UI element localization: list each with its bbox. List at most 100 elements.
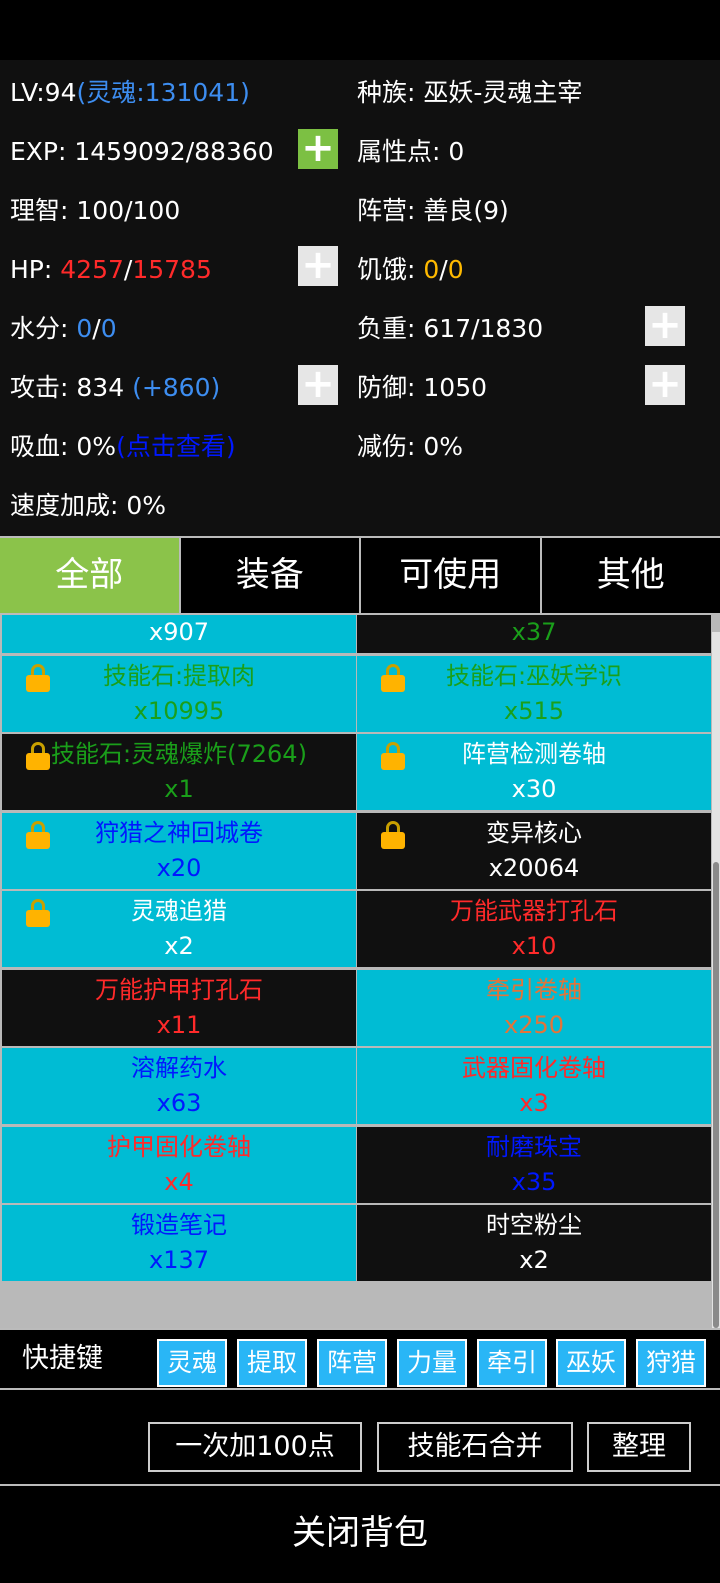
load-value: 617/1830 xyxy=(423,314,544,343)
shortcut-strength-button[interactable]: 力量 xyxy=(397,1339,467,1387)
item-count: x3 xyxy=(519,1089,549,1117)
item-name: 狩猎之神回城卷 xyxy=(95,818,263,847)
inventory-item[interactable]: 技能石:提取肉 x10995 xyxy=(2,655,356,732)
race-label: 种族: xyxy=(357,78,416,107)
speed-bonus-value: 0% xyxy=(126,491,167,520)
water-max: 0 xyxy=(100,314,117,343)
inventory-item[interactable]: 万能武器打孔石 x10 xyxy=(357,891,711,967)
shortcut-extract-button[interactable]: 提取 xyxy=(237,1339,307,1387)
item-name: 溶解药水 xyxy=(131,1054,227,1082)
inventory-scrollbar[interactable] xyxy=(712,632,720,1328)
attribute-points-label: 属性点: xyxy=(357,137,441,166)
level-label: LV: xyxy=(10,78,45,107)
hunger-current: 0 xyxy=(423,255,440,284)
level-value: 94 xyxy=(44,78,77,107)
inventory-item[interactable]: 万能护甲打孔石 x11 xyxy=(2,969,356,1046)
attribute-points-stat: 属性点: 0 xyxy=(357,122,464,181)
load-plus-button[interactable]: + xyxy=(645,305,685,346)
item-count: x2 xyxy=(164,932,194,960)
hp-stat: HP: 4257/15785 xyxy=(10,240,212,299)
item-count: x30 xyxy=(511,775,557,803)
close-backpack-button[interactable]: 关闭背包 xyxy=(0,1486,720,1583)
item-count: x250 xyxy=(503,1010,564,1039)
item-name: 牵引卷轴 xyxy=(486,975,582,1004)
shortcut-traction-button[interactable]: 牵引 xyxy=(477,1339,547,1387)
item-count: x907 xyxy=(148,618,209,646)
lifesteal-view-link[interactable]: (点击查看) xyxy=(116,432,236,461)
item-count: x515 xyxy=(503,696,564,725)
shortcut-lich-button[interactable]: 巫妖 xyxy=(556,1339,626,1387)
tab-equipment[interactable]: 装备 xyxy=(181,538,361,613)
damage-reduction-label: 减伤: xyxy=(357,432,416,461)
exp-label: EXP: xyxy=(10,137,67,166)
water-separator: / xyxy=(92,314,101,343)
inventory-item[interactable]: 阵营检测卷轴 x30 xyxy=(357,734,711,810)
load-label: 负重: xyxy=(357,314,416,343)
water-stat: 水分: 0/0 xyxy=(10,299,117,358)
level-stat: LV:94(灵魂:131041) xyxy=(10,63,250,122)
inventory-item[interactable]: 变异核心 x20064 xyxy=(357,812,711,889)
item-count: x35 xyxy=(511,1167,557,1196)
inventory-item[interactable]: 溶解药水 x63 xyxy=(2,1048,356,1124)
shortcut-bar: 快捷键 灵魂 提取 阵营 力量 牵引 巫妖 狩猎 xyxy=(0,1328,720,1388)
inventory-item[interactable]: 灵魂碎片x907 xyxy=(2,615,356,653)
item-count: x11 xyxy=(156,1010,202,1039)
item-name: 变异核心 xyxy=(486,818,582,847)
sort-button[interactable]: 整理 xyxy=(587,1422,691,1472)
inventory-item[interactable]: 护甲固化卷轴 x4 xyxy=(2,1126,356,1203)
speed-bonus-stat: 速度加成: 0% xyxy=(10,476,166,535)
hunger-stat: 饥饿: 0/0 xyxy=(357,240,464,299)
inventory-item[interactable]: 锻造笔记 x137 xyxy=(2,1205,356,1281)
item-count: x2 xyxy=(519,1246,549,1274)
hp-max: 15785 xyxy=(132,255,212,284)
shortcut-soul-button[interactable]: 灵魂 xyxy=(157,1339,227,1387)
shortcut-hunt-button[interactable]: 狩猎 xyxy=(636,1339,706,1387)
attack-label: 攻击: xyxy=(10,373,69,402)
item-count: x37 xyxy=(511,618,557,646)
defense-plus-button[interactable]: + xyxy=(645,364,685,405)
inventory-item[interactable]: 技能石:灵魂爆炸(7264) x1 xyxy=(2,734,356,810)
lifesteal-value: 0% xyxy=(76,432,117,461)
tab-other[interactable]: 其他 xyxy=(542,538,720,613)
attack-plus-button[interactable]: + xyxy=(298,364,338,405)
action-bar: 一次加100点 技能石合并 整理 xyxy=(0,1388,720,1486)
inventory-item[interactable]: 灵魂追猎 x2 xyxy=(2,891,356,967)
shortcut-label: 快捷键 xyxy=(22,1343,103,1374)
water-current: 0 xyxy=(76,314,93,343)
item-name: 耐磨珠宝 xyxy=(486,1132,582,1161)
sanity-label: 理智: xyxy=(10,196,69,225)
inventory-item[interactable]: 耐磨珠宝 x35 xyxy=(357,1126,711,1203)
add-100-points-button[interactable]: 一次加100点 xyxy=(148,1422,362,1472)
inventory-item[interactable]: 武器固化卷轴 x3 xyxy=(357,1048,711,1124)
exp-value: 1459092/88360 xyxy=(74,137,274,166)
inventory-tabs: 全部 装备 可使用 其他 xyxy=(0,536,720,615)
faction-stat: 阵营: 善良(9) xyxy=(357,181,509,240)
item-count: x10 xyxy=(511,932,557,960)
scrollbar-thumb[interactable] xyxy=(713,862,719,1328)
inventory-item[interactable]: 技能石:巫妖学识 x515 xyxy=(357,655,711,732)
tab-usable[interactable]: 可使用 xyxy=(361,538,542,613)
race-stat: 种族: 巫妖-灵魂主宰 xyxy=(357,63,582,122)
item-count: x137 xyxy=(148,1246,209,1274)
hunger-max: 0 xyxy=(447,255,464,284)
item-name: 技能石:提取肉 xyxy=(102,661,256,690)
hp-plus-button[interactable]: + xyxy=(298,245,338,286)
shortcut-faction-button[interactable]: 阵营 xyxy=(317,1339,387,1387)
exp-plus-button[interactable]: + xyxy=(298,128,338,169)
defense-label: 防御: xyxy=(357,373,416,402)
sanity-value: 100/100 xyxy=(76,196,181,225)
defense-stat: 防御: 1050 xyxy=(357,358,487,417)
attack-stat: 攻击: 834 (+860) xyxy=(10,358,220,417)
inventory-grid[interactable]: 灵魂碎片x907技能石:洗涤x37 技能石:提取肉 x10995 技能石:巫妖学识 x5… xyxy=(0,615,720,1328)
inventory-item[interactable]: 时空粉尘 x2 xyxy=(357,1205,711,1281)
inventory-item[interactable]: 牵引卷轴 x250 xyxy=(357,969,711,1046)
inventory-item[interactable]: 技能石:洗涤x37 xyxy=(357,615,711,653)
item-count: x20064 xyxy=(488,853,580,882)
faction-label: 阵营: xyxy=(357,196,416,225)
tab-all[interactable]: 全部 xyxy=(0,538,181,613)
hunger-label: 饥饿: xyxy=(357,255,416,284)
item-name: 锻造笔记 xyxy=(131,1211,227,1239)
race-value: 巫妖-灵魂主宰 xyxy=(423,78,583,107)
inventory-item[interactable]: 狩猎之神回城卷 x20 xyxy=(2,812,356,889)
merge-skill-stones-button[interactable]: 技能石合并 xyxy=(377,1422,573,1472)
